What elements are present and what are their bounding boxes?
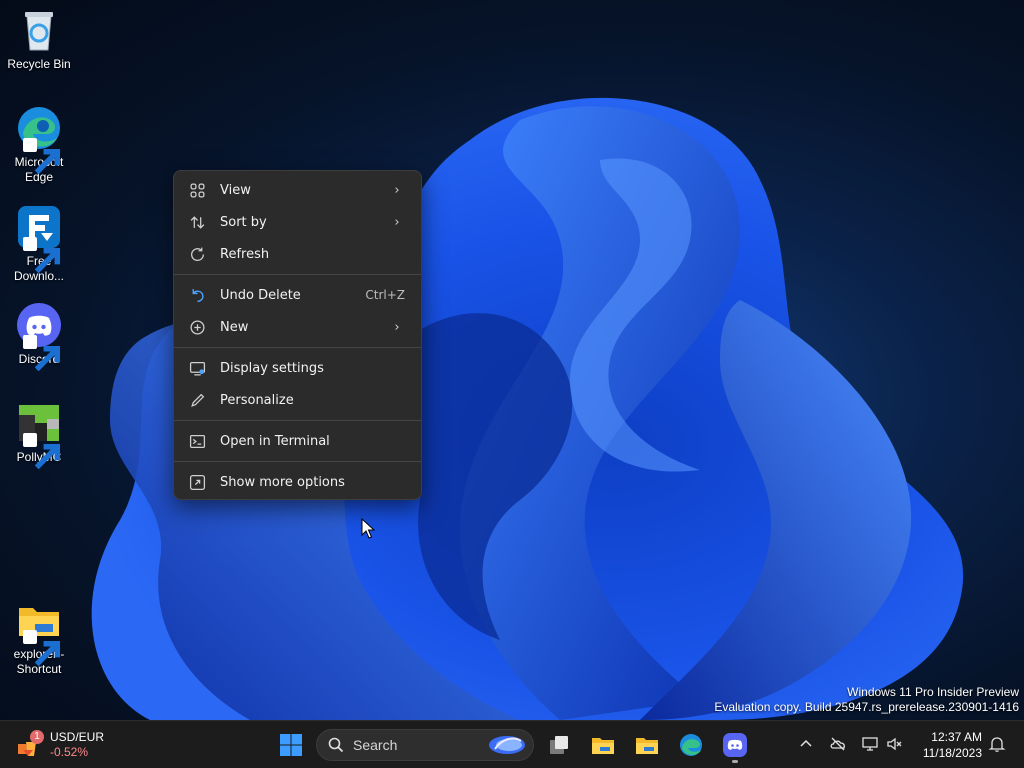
recycle-bin-icon	[15, 6, 63, 54]
clock-time: 12:37 AM	[931, 730, 982, 744]
new-plus-icon	[188, 318, 206, 336]
search-icon	[328, 737, 344, 753]
desktop-icon-explorer-shortcut[interactable]: explorer - Shortcut	[4, 596, 74, 677]
shortcut-arrow-icon	[23, 630, 61, 667]
undo-icon	[188, 286, 206, 304]
volume-tray-button[interactable]	[884, 733, 906, 755]
discord-icon	[723, 733, 747, 757]
watermark-line-2: Evaluation copy. Build 25947.rs_prerelea…	[714, 700, 1019, 714]
windows-logo-icon	[280, 734, 302, 756]
desktop-icon-discord[interactable]: Discord	[4, 301, 74, 372]
desktop-icon-microsoft-edge[interactable]: Microsoft Edge	[4, 104, 74, 185]
menu-item-label: Personalize	[220, 392, 294, 408]
menu-separator	[174, 274, 421, 275]
running-indicator	[732, 760, 738, 763]
clock-date: 11/18/2023	[922, 746, 982, 760]
menu-item-personalize[interactable]: Personalize	[178, 384, 417, 416]
desktop[interactable]: Recycle Bin Microsoft Edge Free Downlo..…	[0, 0, 1024, 720]
watermark-line-1: Windows 11 Pro Insider Preview	[847, 685, 1019, 699]
pen-icon	[188, 391, 206, 409]
widget-value: -0.52%	[50, 745, 89, 759]
shortcut-hint: Ctrl+Z	[365, 288, 405, 302]
folder-icon	[636, 738, 658, 754]
menu-item-open-in-terminal[interactable]: Open in Terminal	[178, 425, 417, 457]
shortcut-arrow-icon	[23, 433, 61, 470]
mouse-cursor-icon	[361, 518, 375, 539]
network-tray-button[interactable]	[859, 733, 881, 755]
search-label: Search	[353, 737, 398, 753]
menu-item-new[interactable]: New ›	[178, 311, 417, 343]
taskbar-file-explorer[interactable]	[585, 727, 621, 763]
onedrive-tray-button[interactable]	[827, 733, 849, 755]
taskbar: 1 USD/EUR -0.52% Search 12:37 AM 11/18/2…	[0, 720, 1024, 768]
folder-icon	[15, 596, 63, 667]
pollymc-icon	[15, 399, 63, 470]
desktop-icon-recycle-bin[interactable]: Recycle Bin	[4, 6, 74, 72]
taskbar-discord[interactable]	[717, 727, 753, 763]
volume-muted-icon	[887, 737, 902, 751]
task-view-icon	[550, 736, 568, 754]
start-button[interactable]	[273, 727, 309, 763]
notification-badge: 1	[30, 730, 44, 744]
menu-item-label: Undo Delete	[220, 287, 301, 303]
network-icon	[862, 737, 878, 751]
taskbar-clock[interactable]: 12:37 AM 11/18/2023	[916, 729, 982, 761]
terminal-icon	[188, 432, 206, 450]
folder-icon	[592, 738, 614, 754]
menu-item-undo-delete[interactable]: Undo Delete Ctrl+Z	[178, 279, 417, 311]
chevron-right-icon: ›	[394, 214, 400, 230]
chevron-right-icon: ›	[394, 182, 400, 198]
desktop-context-menu: View › Sort by › Refresh Undo Delete Ctr…	[173, 170, 422, 500]
menu-separator	[174, 347, 421, 348]
edge-icon	[680, 734, 702, 756]
chevron-up-icon	[800, 739, 812, 747]
desktop-icon-pollymc[interactable]: PollyMC	[4, 399, 74, 470]
menu-item-display-settings[interactable]: Display settings	[178, 352, 417, 384]
menu-item-label: Sort by	[220, 214, 267, 230]
more-options-icon	[188, 473, 206, 491]
widget-title: USD/EUR	[50, 730, 105, 744]
shortcut-arrow-icon	[23, 335, 61, 372]
menu-item-refresh[interactable]: Refresh	[178, 238, 417, 270]
menu-separator	[174, 420, 421, 421]
menu-item-view[interactable]: View ›	[178, 174, 417, 206]
menu-item-label: Refresh	[220, 246, 270, 262]
shortcut-arrow-icon	[23, 237, 61, 274]
discord-icon	[15, 301, 63, 372]
view-grid-icon	[188, 181, 206, 199]
sort-icon	[188, 213, 206, 231]
desktop-icon-label: Recycle Bin	[7, 57, 71, 71]
chevron-right-icon: ›	[394, 319, 400, 335]
copilot-icon	[489, 736, 525, 754]
taskbar-file-explorer-2[interactable]	[629, 727, 665, 763]
free-download-manager-icon	[15, 203, 63, 274]
edge-icon	[15, 104, 63, 175]
bell-icon	[988, 737, 1006, 752]
currency-chart-icon: 1	[14, 730, 44, 760]
menu-separator	[174, 461, 421, 462]
taskbar-search-box[interactable]: Search	[316, 729, 534, 761]
display-icon	[188, 359, 206, 377]
task-view-button[interactable]	[541, 727, 577, 763]
shortcut-arrow-icon	[23, 138, 61, 175]
evaluation-watermark: Windows 11 Pro Insider Preview Evaluatio…	[714, 685, 1019, 715]
menu-item-label: Show more options	[220, 474, 345, 490]
show-hidden-icons-button[interactable]	[795, 733, 817, 755]
menu-item-show-more-options[interactable]: Show more options	[178, 466, 417, 498]
taskbar-edge[interactable]	[673, 727, 709, 763]
notifications-button[interactable]	[986, 733, 1008, 755]
desktop-icon-free-download-manager[interactable]: Free Downlo...	[4, 203, 74, 284]
menu-item-label: New	[220, 319, 249, 335]
menu-item-label: Display settings	[220, 360, 324, 376]
widgets-button[interactable]: 1 USD/EUR -0.52%	[14, 727, 124, 763]
refresh-icon	[188, 245, 206, 263]
menu-item-sort-by[interactable]: Sort by ›	[178, 206, 417, 238]
menu-item-label: View	[220, 182, 251, 198]
wallpaper-bloom	[91, 97, 964, 720]
menu-item-label: Open in Terminal	[220, 433, 330, 449]
cloud-off-icon	[830, 737, 845, 751]
